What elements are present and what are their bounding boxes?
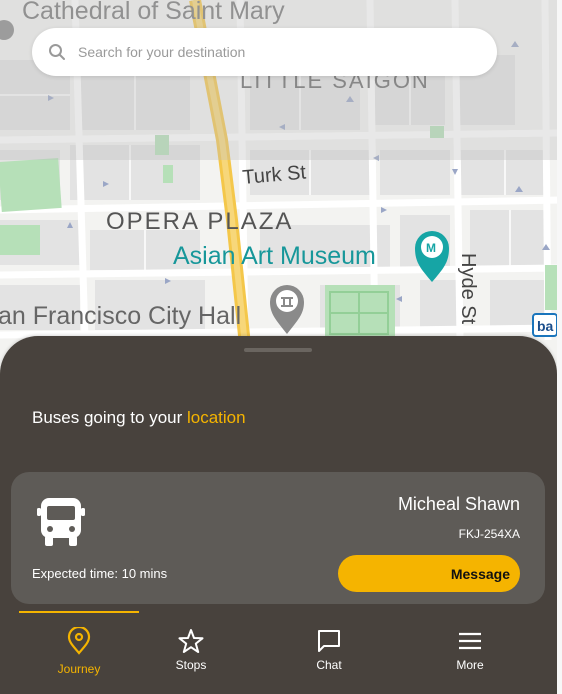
map-label-opera-plaza: OPERA PLAZA	[106, 208, 293, 235]
active-tab-indicator	[19, 611, 139, 613]
nav-label-stops: Stops	[175, 658, 207, 672]
sheet-heading: Buses going to your location	[32, 408, 246, 428]
app-root: Cathedral of Saint Mary LITTLE SAIGON Tu…	[0, 0, 562, 694]
search-input[interactable]	[76, 43, 460, 61]
chat-bubble-icon	[315, 627, 343, 655]
driver-name: Micheal Shawn	[397, 494, 520, 514]
map-label-hyde-st: Hyde St	[457, 253, 479, 325]
nav-label-more: More	[456, 658, 484, 672]
menu-icon	[456, 627, 484, 655]
map-label-city-hall: an Francisco City Hall	[0, 302, 241, 330]
license-plate: FKJ-254XA	[458, 527, 520, 541]
bottom-nav: Journey Stops Chat More	[0, 611, 557, 694]
bottom-sheet[interactable]: Buses going to your location Micheal Sha…	[0, 336, 557, 694]
sheet-heading-accent: location	[186, 408, 246, 427]
star-icon	[177, 627, 205, 655]
nav-item-journey[interactable]: Journey	[19, 611, 139, 694]
search-icon	[46, 41, 68, 63]
nav-label-chat: Chat	[316, 658, 342, 672]
svg-text:ba: ba	[537, 318, 554, 334]
sheet-drag-handle[interactable]	[244, 348, 312, 352]
search-bar[interactable]	[32, 28, 497, 76]
expected-time: Expected time: 10 mins	[32, 566, 168, 581]
nav-label-journey: Journey	[57, 662, 101, 676]
nav-item-chat[interactable]: Chat	[269, 611, 389, 694]
bus-card[interactable]: Micheal Shawn FKJ-254XA Expected time: 1…	[11, 472, 545, 604]
map-label-cathedral: Cathedral of Saint Mary	[22, 0, 285, 25]
map-label-asian-art-museum: Asian Art Museum	[173, 242, 376, 270]
sheet-heading-prefix: Buses going to your	[32, 408, 187, 427]
window-edge	[557, 0, 562, 694]
location-pin-icon	[65, 627, 93, 655]
svg-text:M: M	[426, 241, 436, 255]
transit-badge-icon[interactable]: ba	[532, 313, 558, 337]
message-button[interactable]: Message	[338, 555, 520, 592]
bus-icon	[37, 496, 85, 548]
nav-item-more[interactable]: More	[410, 611, 530, 694]
nav-item-stops[interactable]: Stops	[131, 611, 251, 694]
